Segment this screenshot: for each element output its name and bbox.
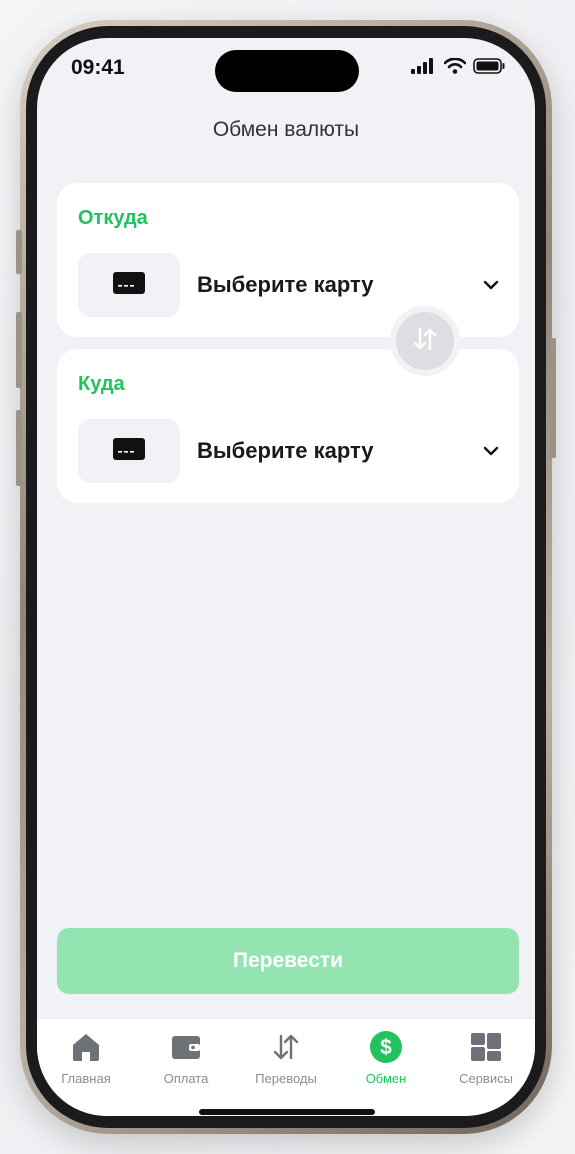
transfer-arrows-icon bbox=[271, 1031, 301, 1068]
tab-exchange[interactable]: $ Обмен bbox=[341, 1030, 431, 1086]
side-button-action bbox=[16, 230, 22, 274]
tab-services[interactable]: Сервисы bbox=[441, 1031, 531, 1086]
tab-home[interactable]: Главная bbox=[41, 1031, 131, 1086]
tab-payment[interactable]: Оплата bbox=[141, 1031, 231, 1086]
to-label: Куда bbox=[78, 373, 125, 395]
tab-label: Оплата bbox=[163, 1071, 209, 1086]
tab-label: Главная bbox=[61, 1071, 111, 1086]
chevron-down-icon[interactable] bbox=[481, 441, 501, 461]
status-icons bbox=[411, 57, 505, 79]
battery-icon bbox=[473, 58, 505, 79]
tab-label: Обмен bbox=[365, 1071, 407, 1086]
to-card-selector[interactable]: Выберите карту bbox=[78, 419, 501, 483]
wifi-icon bbox=[443, 57, 467, 79]
side-button-power bbox=[550, 338, 556, 458]
cellular-signal-icon bbox=[411, 58, 437, 79]
side-button-volume-down bbox=[16, 410, 22, 486]
tab-transfers[interactable]: Переводы bbox=[241, 1031, 331, 1086]
credit-card-icon bbox=[113, 437, 145, 465]
side-button-volume-up bbox=[16, 312, 22, 388]
to-card: Куда Выберите карту bbox=[57, 349, 519, 503]
card-thumbnail bbox=[78, 419, 180, 483]
chevron-down-icon[interactable] bbox=[481, 275, 501, 295]
grid-icon bbox=[469, 1031, 503, 1068]
swap-button[interactable] bbox=[390, 306, 460, 376]
tab-label: Переводы bbox=[255, 1071, 317, 1086]
home-icon bbox=[69, 1031, 103, 1068]
dynamic-island bbox=[215, 50, 359, 92]
tab-label: Сервисы bbox=[459, 1071, 513, 1086]
phone-screen: 09:41 Обмен валюты Откуда Выберите карту… bbox=[37, 38, 535, 1116]
dollar-circle-icon: $ bbox=[369, 1030, 403, 1069]
swap-button-inner bbox=[396, 312, 454, 370]
credit-card-icon bbox=[113, 271, 145, 299]
svg-text:$: $ bbox=[380, 1036, 392, 1059]
bottom-tab-bar: Главная Оплата Переводы $ Обмен Сервисы bbox=[37, 1018, 535, 1116]
status-time: 09:41 bbox=[71, 56, 125, 79]
swap-arrows-icon bbox=[410, 324, 440, 359]
from-label: Откуда bbox=[78, 207, 148, 229]
page-title: Обмен валюты bbox=[212, 118, 360, 141]
wallet-icon bbox=[169, 1032, 203, 1067]
from-card: Откуда Выберите карту bbox=[57, 183, 519, 337]
to-card-value: Выберите карту bbox=[197, 438, 374, 463]
home-indicator bbox=[199, 1109, 375, 1115]
transfer-button[interactable]: Перевести bbox=[57, 928, 519, 994]
from-card-value: Выберите карту bbox=[197, 272, 374, 297]
card-thumbnail bbox=[78, 253, 180, 317]
